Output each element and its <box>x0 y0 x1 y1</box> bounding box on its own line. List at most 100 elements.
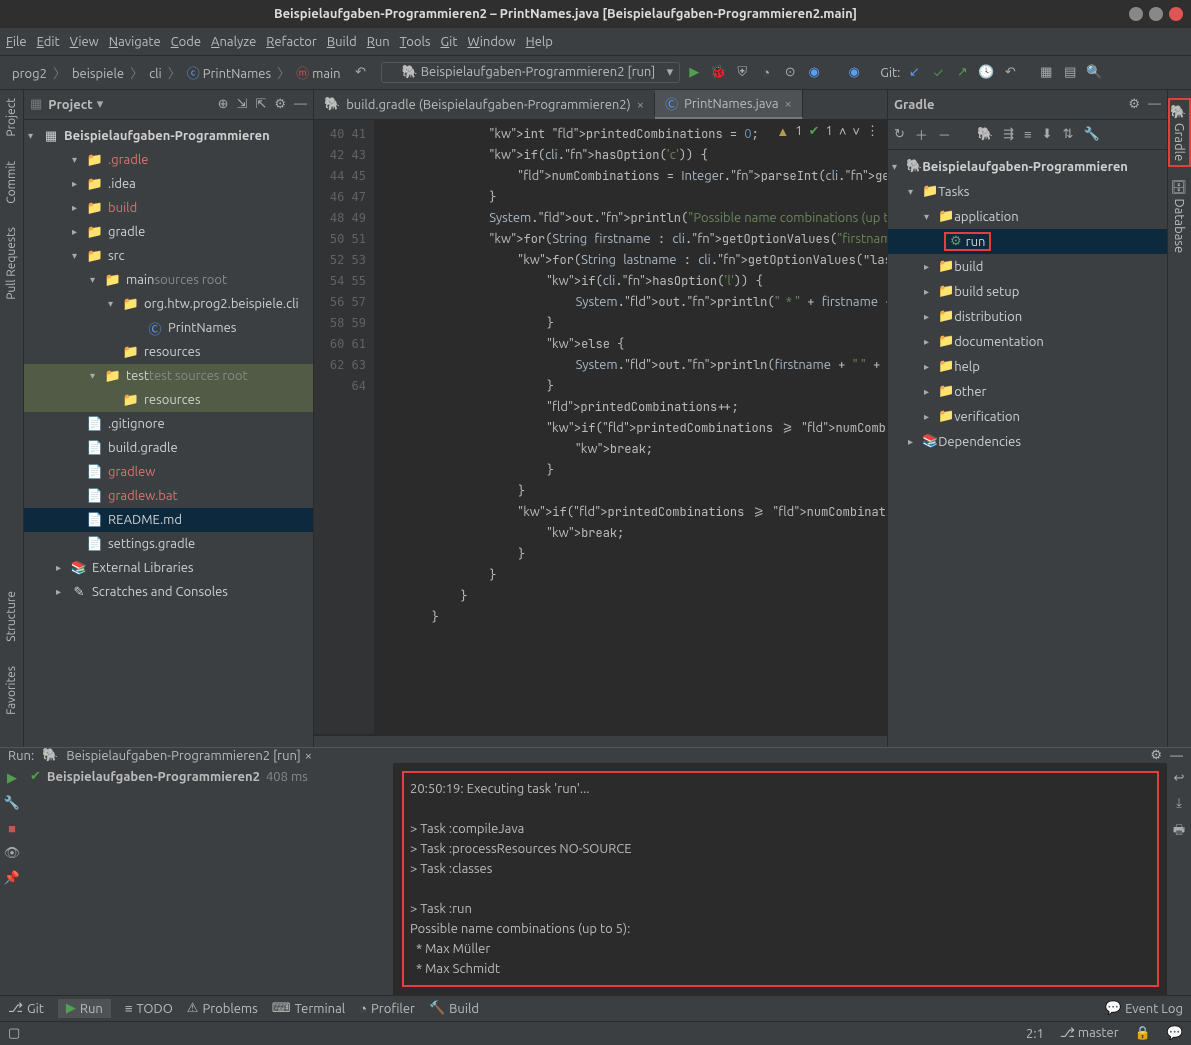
tab-favorites[interactable]: Favorites <box>5 666 18 715</box>
menu-refactor[interactable]: Refactor <box>266 35 317 49</box>
collapse-icon[interactable]: ⇱ <box>255 97 266 112</box>
scroll-end-icon[interactable]: ⤓ <box>1176 796 1182 811</box>
run-config-dropdown[interactable]: 🐘 Beispielaufgaben-Programmieren2 [run] <box>381 62 681 83</box>
gradle-verification[interactable]: ▸📁 verification <box>888 404 1167 429</box>
tree-item-PrintNames[interactable]: ⒸPrintNames <box>24 316 313 340</box>
gradle-tree[interactable]: ▾🐘 Beispielaufgaben-Programmieren▾📁 Task… <box>888 150 1167 747</box>
notif-icon[interactable]: 💬 <box>1167 1026 1183 1041</box>
locate-icon[interactable]: ⊕ <box>218 97 229 112</box>
gradle-remove-icon[interactable]: － <box>938 125 951 144</box>
search-everywhere-icon[interactable]: 🔍 <box>1084 63 1104 83</box>
tree-item-Scratches-and-Consoles[interactable]: ▸✎Scratches and Consoles <box>24 580 313 604</box>
tab-run[interactable]: ▶Run <box>58 999 111 1018</box>
gradle-build[interactable]: ▸📁 build <box>888 254 1167 279</box>
attach-icon[interactable]: ⊙ <box>780 63 800 83</box>
pin-icon[interactable]: 📌 <box>4 871 20 886</box>
tab-database[interactable]: 🗄 Database <box>1170 175 1189 257</box>
ide-settings-icon[interactable]: ▤ <box>1060 63 1080 83</box>
print-icon[interactable]: 🖶 <box>1173 821 1185 843</box>
maximize-button[interactable] <box>1149 7 1163 21</box>
more-icon[interactable]: ⋮ <box>866 124 879 139</box>
codewithme-icon[interactable]: ◉ <box>844 63 864 83</box>
tab-commit[interactable]: Commit <box>5 161 18 204</box>
minimize-button[interactable] <box>1129 7 1143 21</box>
run-tree[interactable]: ✔ Beispielaufgaben-Programmieren2 408 ms <box>24 763 394 995</box>
tree-item-resources[interactable]: 📁resources <box>24 340 313 364</box>
soft-wrap-icon[interactable]: ↩ <box>1174 771 1185 786</box>
expand-icon[interactable]: ⇲ <box>237 97 248 112</box>
caret-position[interactable]: 2:1 <box>1026 1027 1044 1041</box>
tab-structure[interactable]: Structure <box>5 591 18 642</box>
menu-analyze[interactable]: Analyze <box>211 35 256 49</box>
crumb-prog2[interactable]: prog2 <box>6 65 53 83</box>
run-icon[interactable]: ▶ <box>684 63 704 83</box>
gradle-refresh-icon[interactable]: ↻ <box>894 127 905 142</box>
run-settings-icon[interactable]: ⚙ <box>1150 748 1162 763</box>
crumb-cli[interactable]: cli <box>143 65 168 83</box>
gradle-offline-icon[interactable]: ⇅ <box>1063 127 1074 142</box>
gradle-add-icon[interactable]: ＋ <box>915 125 928 144</box>
gradle-tasks-icon[interactable]: ≡ <box>1024 127 1032 142</box>
tree-item--gitignore[interactable]: 📄.gitignore <box>24 412 313 436</box>
settings-icon[interactable]: ⚙ <box>274 97 286 112</box>
gradle-wrench-icon[interactable]: 🔧 <box>1083 127 1099 142</box>
gradle-deps-icon[interactable]: ⬇ <box>1042 127 1053 142</box>
gradle-tasklist-icon[interactable]: ⇶ <box>1003 127 1014 142</box>
gradle-exec-icon[interactable]: 🐘 <box>977 127 993 142</box>
filter-icon[interactable]: 👁 <box>4 846 21 861</box>
run-hide-icon[interactable]: — <box>1170 749 1183 763</box>
tree-item-build[interactable]: ▸📁build <box>24 196 313 220</box>
tree-item-gradlew-bat[interactable]: 📄gradlew.bat <box>24 484 313 508</box>
editor-tab[interactable]: 🐘 build.gradle (Beispielaufgaben-Program… <box>314 93 655 116</box>
gradle-build-setup[interactable]: ▸📁 build setup <box>888 279 1167 304</box>
tree-item-resources[interactable]: 📁resources <box>24 388 313 412</box>
git-history-icon[interactable]: 🕓 <box>976 63 996 83</box>
hide-icon[interactable]: — <box>294 97 307 112</box>
status-icon[interactable]: ▢ <box>8 1026 20 1041</box>
tab-problems[interactable]: ⚠Problems <box>187 1001 258 1016</box>
menu-code[interactable]: Code <box>171 35 201 49</box>
event-log[interactable]: 💬Event Log <box>1105 1001 1183 1016</box>
menu-file[interactable]: File <box>6 35 27 49</box>
down-icon[interactable]: ˅ <box>852 124 860 139</box>
git-commit-icon[interactable]: ✓ <box>928 63 948 83</box>
tree-root[interactable]: ▾▦Beispielaufgaben-Programmieren <box>24 124 313 148</box>
run-output[interactable]: 20:50:19: Executing task 'run'... > Task… <box>394 763 1167 995</box>
stop-run-icon[interactable]: ■ <box>8 821 16 836</box>
tree-item-test[interactable]: ▾📁test test sources root <box>24 364 313 388</box>
git-revert-icon[interactable]: ↶ <box>1000 63 1020 83</box>
gradle-hide-icon[interactable]: — <box>1148 97 1161 112</box>
gradle-task-run[interactable]: ⚙ run <box>888 229 1167 254</box>
lock-icon[interactable]: 🔒 <box>1135 1026 1151 1041</box>
git-push-icon[interactable]: ↗ <box>952 63 972 83</box>
menu-view[interactable]: View <box>70 35 99 49</box>
rerun-icon[interactable]: ▶ <box>7 771 17 786</box>
stop-icon[interactable]: ◉ <box>804 63 824 83</box>
git-branch[interactable]: ⎇ master <box>1060 1026 1119 1041</box>
crumb-beispiele[interactable]: beispiele <box>66 65 130 83</box>
tab-build[interactable]: 🔨Build <box>429 1001 479 1016</box>
toolbox-icon[interactable]: ▦ <box>1036 63 1056 83</box>
tree-item-build-gradle[interactable]: 📄build.gradle <box>24 436 313 460</box>
menu-build[interactable]: Build <box>327 35 357 49</box>
breadcrumb[interactable]: prog2〉beispiele〉cli〉ⓒ PrintNames〉ⓜ main <box>6 63 347 82</box>
gradle-help[interactable]: ▸📁 help <box>888 354 1167 379</box>
tab-pull-requests[interactable]: Pull Requests <box>5 227 18 300</box>
tab-project[interactable]: Project <box>5 98 18 137</box>
gradle-Dependencies[interactable]: ▸📚 Dependencies <box>888 429 1167 454</box>
gradle-application[interactable]: ▾📁 application <box>888 204 1167 229</box>
tree-item-gradlew[interactable]: 📄gradlew <box>24 460 313 484</box>
menu-navigate[interactable]: Navigate <box>109 35 161 49</box>
tree-item-README-md[interactable]: 📄README.md <box>24 508 313 532</box>
tab-terminal[interactable]: ⌨Terminal <box>272 1001 345 1016</box>
close-button[interactable] <box>1169 7 1183 21</box>
coverage-icon[interactable]: ⛨ <box>732 63 752 83</box>
run-tab-close-icon[interactable]: × <box>305 749 312 763</box>
menu-window[interactable]: Window <box>467 35 515 49</box>
git-update-icon[interactable]: ↙ <box>904 63 924 83</box>
tree-item--gradle[interactable]: ▾📁.gradle <box>24 148 313 172</box>
editor-scrollbar-h[interactable] <box>314 735 887 747</box>
project-tree[interactable]: ▾▦Beispielaufgaben-Programmieren▾📁.gradl… <box>24 120 313 747</box>
tab-git[interactable]: ⎇Git <box>8 1001 44 1016</box>
menu-git[interactable]: Git <box>441 35 458 49</box>
